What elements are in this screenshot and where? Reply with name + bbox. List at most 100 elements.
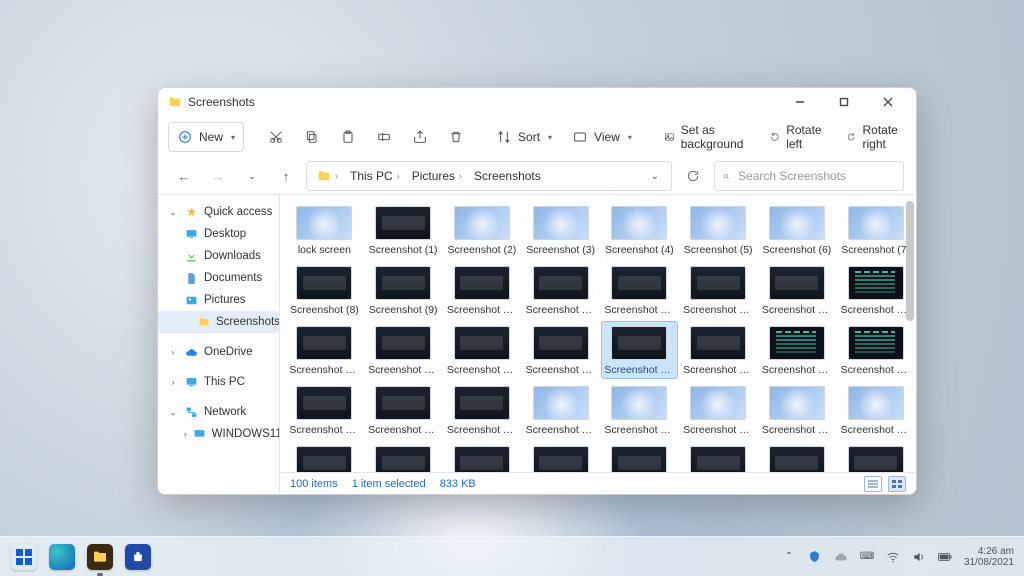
rename-button[interactable] bbox=[368, 122, 400, 152]
delete-button[interactable] bbox=[440, 122, 472, 152]
taskbar-store[interactable] bbox=[122, 541, 154, 573]
file-item[interactable]: Screenshot (18) bbox=[444, 321, 521, 379]
rotate-left-button[interactable]: Rotate left bbox=[761, 122, 834, 152]
file-item[interactable]: Screenshot (38) bbox=[759, 441, 836, 472]
clock[interactable]: 4:26 am 31/08/2021 bbox=[964, 546, 1014, 568]
battery-icon[interactable] bbox=[938, 550, 952, 564]
file-item[interactable]: Screenshot (19) bbox=[522, 321, 599, 379]
taskbar-edge[interactable] bbox=[46, 541, 78, 573]
file-item[interactable]: Screenshot (14) bbox=[759, 261, 836, 319]
refresh-button[interactable] bbox=[678, 161, 708, 191]
file-item[interactable]: Screenshot (34) bbox=[444, 441, 521, 472]
rotate-right-button[interactable]: Rotate right bbox=[838, 122, 911, 152]
file-item[interactable]: Screenshot (1) bbox=[365, 201, 442, 259]
file-item[interactable]: Screenshot (28) bbox=[601, 381, 678, 439]
file-item[interactable]: Screenshot (23) bbox=[837, 321, 914, 379]
file-thumbnail bbox=[375, 266, 431, 300]
file-item[interactable]: Screenshot (4) bbox=[601, 201, 678, 259]
sidebar-network[interactable]: ⌄Network bbox=[158, 401, 279, 423]
file-item[interactable]: Screenshot (21) bbox=[680, 321, 757, 379]
file-item[interactable]: Screenshot (2) bbox=[444, 201, 521, 259]
file-item[interactable]: Screenshot (27) bbox=[522, 381, 599, 439]
sidebar-desktop[interactable]: Desktop bbox=[158, 223, 279, 245]
file-item[interactable]: Screenshot (26) bbox=[444, 381, 521, 439]
file-item[interactable]: lock screen bbox=[286, 201, 363, 259]
security-icon[interactable] bbox=[808, 550, 822, 564]
scrollbar[interactable] bbox=[906, 201, 914, 470]
sidebar-downloads[interactable]: Downloads bbox=[158, 245, 279, 267]
language-icon[interactable]: ⌨ bbox=[860, 550, 874, 564]
file-item[interactable]: Screenshot (37) bbox=[680, 441, 757, 472]
sort-button[interactable]: Sort ▾ bbox=[488, 122, 560, 152]
details-view-button[interactable] bbox=[864, 476, 882, 492]
search-box[interactable] bbox=[714, 161, 904, 191]
file-item[interactable]: Screenshot (25) bbox=[365, 381, 442, 439]
chevron-up-icon[interactable]: ⌃ bbox=[782, 550, 796, 564]
file-caption: Screenshot (5) bbox=[684, 244, 753, 256]
sidebar-this-pc[interactable]: ›This PC bbox=[158, 371, 279, 393]
file-item[interactable]: Screenshot (22) bbox=[759, 321, 836, 379]
copy-button[interactable] bbox=[296, 122, 328, 152]
file-item[interactable]: Screenshot (3) bbox=[522, 201, 599, 259]
set-background-button[interactable]: Set as background bbox=[656, 122, 757, 152]
breadcrumb[interactable]: › This PC› Pictures› Screenshots ⌄ bbox=[306, 161, 672, 191]
scrollbar-thumb[interactable] bbox=[906, 201, 914, 321]
close-button[interactable] bbox=[866, 88, 910, 116]
sidebar-screenshots[interactable]: Screenshots bbox=[158, 311, 279, 333]
file-item[interactable]: Screenshot (29) bbox=[680, 381, 757, 439]
file-item[interactable]: Screenshot (7) bbox=[837, 201, 914, 259]
onedrive-tray-icon[interactable] bbox=[834, 550, 848, 564]
crumb-pictures[interactable]: Pictures› bbox=[408, 167, 466, 185]
back-button[interactable]: ← bbox=[170, 162, 198, 190]
thumbnails-view-button[interactable] bbox=[888, 476, 906, 492]
minimize-button[interactable] bbox=[778, 88, 822, 116]
volume-icon[interactable] bbox=[912, 550, 926, 564]
file-item[interactable]: Screenshot (11) bbox=[522, 261, 599, 319]
sidebar-quick-access[interactable]: ⌄ Quick access bbox=[158, 201, 279, 223]
wifi-icon[interactable] bbox=[886, 550, 900, 564]
search-icon bbox=[723, 170, 730, 183]
chevron-down-icon[interactable]: ⌄ bbox=[645, 171, 665, 182]
sidebar-documents[interactable]: Documents bbox=[158, 267, 279, 289]
file-item[interactable]: Screenshot (10) bbox=[444, 261, 521, 319]
file-item[interactable]: Screenshot (20) bbox=[601, 321, 678, 379]
file-grid[interactable]: lock screenScreenshot (1)Screenshot (2)S… bbox=[280, 195, 916, 472]
file-item[interactable]: Screenshot (39) bbox=[837, 441, 914, 472]
file-item[interactable]: Screenshot (13) bbox=[680, 261, 757, 319]
taskbar[interactable]: ⌃ ⌨ 4:26 am 31/08/2021 bbox=[0, 536, 1024, 576]
up-button[interactable]: ↑ bbox=[272, 162, 300, 190]
crumb-this-pc[interactable]: This PC› bbox=[346, 167, 404, 185]
file-item[interactable]: Screenshot (9) bbox=[365, 261, 442, 319]
sidebar-pictures[interactable]: Pictures bbox=[158, 289, 279, 311]
file-item[interactable]: Screenshot (17) bbox=[365, 321, 442, 379]
sidebar-onedrive[interactable]: ›OneDrive bbox=[158, 341, 279, 363]
paste-button[interactable] bbox=[332, 122, 364, 152]
file-item[interactable]: Screenshot (35) bbox=[522, 441, 599, 472]
taskbar-file-explorer[interactable] bbox=[84, 541, 116, 573]
file-item[interactable]: Screenshot (33) bbox=[365, 441, 442, 472]
file-item[interactable]: Screenshot (24) bbox=[286, 381, 363, 439]
share-button[interactable] bbox=[404, 122, 436, 152]
file-item[interactable]: Screenshot (5) bbox=[680, 201, 757, 259]
file-item[interactable]: Screenshot (6) bbox=[759, 201, 836, 259]
file-item[interactable]: Screenshot (30) bbox=[759, 381, 836, 439]
file-item[interactable]: Screenshot (12) bbox=[601, 261, 678, 319]
file-item[interactable]: Screenshot (16) bbox=[286, 321, 363, 379]
sidebar-windows11[interactable]: ›WINDOWS11 bbox=[158, 423, 279, 445]
new-button[interactable]: New ▾ bbox=[168, 122, 244, 152]
recent-locations-button[interactable]: ⌄ bbox=[238, 162, 266, 190]
search-input[interactable] bbox=[736, 168, 895, 184]
cut-button[interactable] bbox=[260, 122, 292, 152]
crumb-screenshots[interactable]: Screenshots bbox=[470, 167, 545, 185]
file-item[interactable]: Screenshot (32) bbox=[286, 441, 363, 472]
start-button[interactable] bbox=[8, 541, 40, 573]
file-item[interactable]: Screenshot (8) bbox=[286, 261, 363, 319]
view-button[interactable]: View ▾ bbox=[564, 122, 640, 152]
file-item[interactable]: Screenshot (36) bbox=[601, 441, 678, 472]
maximize-button[interactable] bbox=[822, 88, 866, 116]
forward-button[interactable]: → bbox=[204, 162, 232, 190]
system-tray[interactable]: ⌃ ⌨ 4:26 am 31/08/2021 bbox=[782, 546, 1024, 568]
titlebar[interactable]: Screenshots bbox=[158, 88, 916, 116]
file-item[interactable]: Screenshot (31) bbox=[837, 381, 914, 439]
file-item[interactable]: Screenshot (15) bbox=[837, 261, 914, 319]
